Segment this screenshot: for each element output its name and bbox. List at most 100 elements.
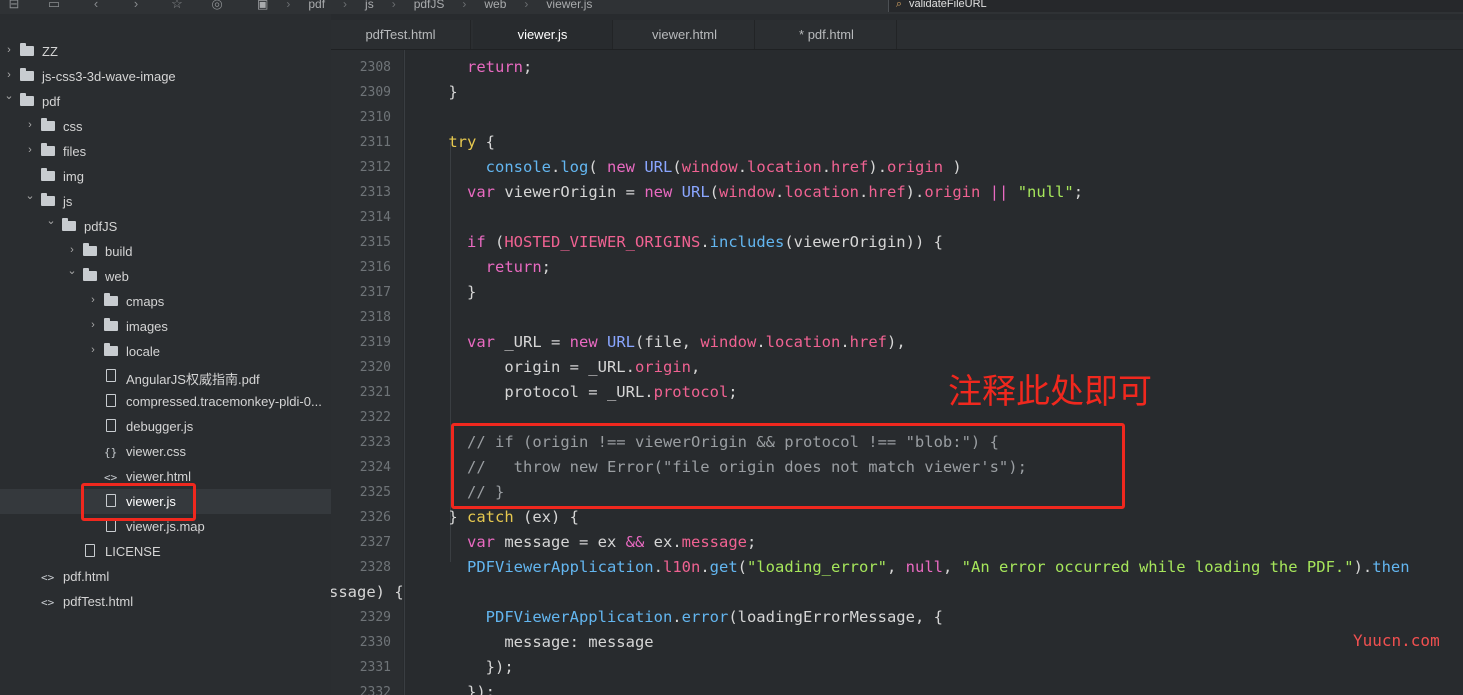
indent-guide bbox=[404, 50, 405, 695]
tree-item-label: pdf bbox=[42, 94, 61, 109]
tree-item-label: viewer.css bbox=[126, 444, 186, 459]
tree-item[interactable]: <> pdfTest.html bbox=[0, 589, 331, 614]
forward-icon[interactable]: › bbox=[126, 0, 146, 12]
code-line[interactable]: PDFViewerApplication.error(loadingErrorM… bbox=[411, 608, 943, 626]
tree-item-label: img bbox=[63, 169, 84, 184]
chevron-right-icon[interactable]: › bbox=[25, 119, 35, 131]
line-number: 2321 bbox=[359, 385, 391, 400]
line-number: 2327 bbox=[359, 535, 391, 550]
search-input[interactable]: ⌕ validateFileURL bbox=[888, 0, 1463, 12]
code-line[interactable]: PDFViewerApplication.l10n.get("loading_e… bbox=[411, 558, 1410, 576]
tree-item-label: pdfJS bbox=[84, 219, 118, 234]
line-number: 2313 bbox=[359, 185, 391, 200]
line-number: 2312 bbox=[359, 160, 391, 175]
code-line[interactable]: } bbox=[411, 83, 457, 101]
tree-item[interactable]: › images bbox=[0, 314, 331, 339]
chevron-right-icon[interactable]: › bbox=[67, 244, 77, 256]
breadcrumb: ▣ › pdf › js › pdfJS › web › viewer.js bbox=[248, 0, 601, 13]
chevron-right-icon[interactable]: › bbox=[88, 294, 98, 306]
tree-item[interactable]: LICENSE bbox=[0, 539, 331, 564]
file-tree-icon[interactable]: ⊟ bbox=[4, 0, 24, 12]
tab-viewer-html[interactable]: viewer.html bbox=[615, 20, 755, 49]
tree-item[interactable]: › files bbox=[0, 139, 331, 164]
tree-item[interactable]: <> pdf.html bbox=[0, 564, 331, 589]
folder-icon: ▣ bbox=[257, 0, 269, 11]
code-line[interactable]: } catch (ex) { bbox=[411, 508, 579, 526]
css-file-icon: {} bbox=[104, 446, 118, 459]
selected-file-highlight bbox=[81, 483, 196, 521]
tree-item[interactable]: ⌄ pdf bbox=[0, 89, 331, 114]
tree-item[interactable]: › cmaps bbox=[0, 289, 331, 314]
breadcrumb-item[interactable]: js bbox=[365, 0, 374, 11]
line-number: 2315 bbox=[359, 235, 391, 250]
chevron-down-icon[interactable]: ⌄ bbox=[25, 189, 35, 202]
tree-item-label: js bbox=[63, 194, 73, 209]
tree-item-label: viewer.html bbox=[126, 469, 192, 484]
code-editor[interactable]: 2308 2309 2310 2311 2312 2313 2314 2315 2316 2317… bbox=[331, 50, 1463, 695]
back-icon[interactable]: ‹ bbox=[86, 0, 106, 12]
tree-item[interactable]: › locale bbox=[0, 339, 331, 364]
chevron-right-icon[interactable]: › bbox=[4, 69, 14, 81]
code-line[interactable]: var message = ex && ex.message; bbox=[411, 533, 756, 551]
folder-icon bbox=[20, 43, 36, 58]
star-icon[interactable]: ☆ bbox=[167, 0, 187, 12]
tree-item-label: build bbox=[105, 244, 133, 259]
chevron-down-icon[interactable]: ⌄ bbox=[67, 264, 77, 277]
breadcrumb-item[interactable]: pdfJS bbox=[414, 0, 445, 11]
tree-item[interactable]: ⌄ js bbox=[0, 189, 331, 214]
tree-item[interactable]: img bbox=[0, 164, 331, 189]
watermark: Yuucn.com bbox=[1353, 631, 1440, 650]
chevron-down-icon[interactable]: ⌄ bbox=[46, 214, 56, 227]
tree-item[interactable]: ⌄ web bbox=[0, 264, 331, 289]
tab-pdftest-html[interactable]: pdfTest.html bbox=[331, 20, 471, 49]
code-line[interactable]: }); bbox=[411, 658, 514, 676]
tree-item[interactable]: {} viewer.css bbox=[0, 439, 331, 464]
chevron-right-icon[interactable]: › bbox=[4, 44, 14, 56]
code-line[interactable]: origin = _URL.origin, bbox=[411, 358, 700, 376]
run-icon[interactable]: ◎ bbox=[207, 0, 227, 12]
tree-item[interactable]: › css bbox=[0, 114, 331, 139]
save-icon[interactable]: ▭ bbox=[44, 0, 64, 12]
tab-viewer-js[interactable]: viewer.js bbox=[473, 20, 613, 49]
line-number: 2319 bbox=[359, 335, 391, 350]
line-number: 2329 bbox=[359, 610, 391, 625]
tree-item[interactable]: › ZZ bbox=[0, 39, 331, 64]
line-number: 2324 bbox=[359, 460, 391, 475]
folder-icon bbox=[41, 118, 57, 133]
chevron-down-icon[interactable]: ⌄ bbox=[4, 89, 14, 102]
chevron-right-icon[interactable]: › bbox=[88, 344, 98, 356]
tree-item[interactable]: ⌄ pdfJS bbox=[0, 214, 331, 239]
tree-item[interactable]: debugger.js bbox=[0, 414, 331, 439]
tree-item[interactable]: AngularJS权威指南.pdf bbox=[0, 364, 331, 389]
code-line[interactable]: ssage) { bbox=[331, 583, 404, 601]
tree-item[interactable]: compressed.tracemonkey-pldi-0... bbox=[0, 389, 331, 414]
tree-item-label: web bbox=[105, 269, 129, 284]
code-line[interactable]: if (HOSTED_VIEWER_ORIGINS.includes(viewe… bbox=[411, 233, 943, 251]
code-line[interactable]: try { bbox=[411, 133, 495, 151]
breadcrumb-item[interactable]: pdf bbox=[308, 0, 325, 11]
breadcrumb-item[interactable]: viewer.js bbox=[546, 0, 592, 11]
folder-icon bbox=[83, 268, 99, 283]
tree-item[interactable]: › build bbox=[0, 239, 331, 264]
breadcrumb-item[interactable]: web bbox=[484, 0, 506, 11]
tab-pdf-html[interactable]: * pdf.html bbox=[757, 20, 897, 49]
code-line[interactable]: }); bbox=[411, 683, 495, 695]
file-icon bbox=[104, 394, 120, 408]
chevron-right-icon[interactable]: › bbox=[88, 319, 98, 331]
code-line[interactable]: protocol = _URL.protocol; bbox=[411, 383, 737, 401]
code-line[interactable]: } bbox=[411, 283, 476, 301]
code-line[interactable]: console.log( new URL(window.location.hre… bbox=[411, 158, 962, 176]
code-line[interactable]: var _URL = new URL(file, window.location… bbox=[411, 333, 906, 351]
tree-item-label: css bbox=[63, 119, 83, 134]
code-line[interactable]: return; bbox=[411, 258, 551, 276]
chevron-right-icon[interactable]: › bbox=[25, 144, 35, 156]
tree-item-label: ZZ bbox=[42, 44, 58, 59]
line-number: 2320 bbox=[359, 360, 391, 375]
code-line[interactable]: var viewerOrigin = new URL(window.locati… bbox=[411, 183, 1083, 201]
folder-icon bbox=[83, 243, 99, 258]
tree-item[interactable]: › js-css3-3d-wave-image bbox=[0, 64, 331, 89]
code-line[interactable]: return; bbox=[411, 58, 532, 76]
code-line[interactable]: message: message bbox=[411, 633, 653, 651]
html-file-icon: <> bbox=[41, 571, 55, 584]
folder-icon bbox=[41, 143, 57, 158]
